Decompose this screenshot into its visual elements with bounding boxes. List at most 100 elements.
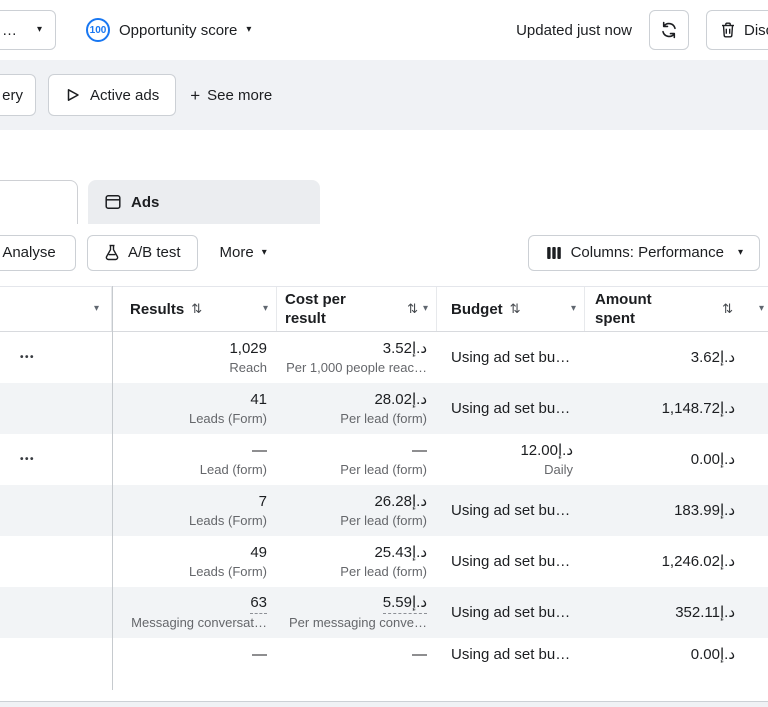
truncated-dropdown[interactable]: … ▾ [0, 10, 56, 50]
amount-spent-cell: 1,148.72د.إ [585, 383, 768, 434]
discard-drafts-button[interactable]: Disc [706, 10, 768, 50]
ab-test-label: A/B test [128, 244, 181, 261]
results-cell: 63 Messaging conversat… [112, 587, 277, 638]
sort-icon[interactable]: ⇅ [722, 301, 733, 317]
cost-type-label: Per lead (form) [340, 512, 427, 528]
amount-spent-value: 1,148.72د.إ [661, 399, 735, 417]
cost-value: 3.52د.إ [382, 339, 427, 357]
see-more-button[interactable]: + See more [190, 87, 272, 104]
table-row[interactable]: ••• — — Using ad set bu… 0.00د.إ [0, 638, 768, 672]
table-row[interactable]: ••• 63 Messaging conversat… 5.59د.إ Per … [0, 587, 768, 638]
amount-spent-cell: 0.00د.إ [585, 638, 768, 672]
table-toolbar: Analyse A/B test More ▾ Columns: Perform… [0, 224, 768, 281]
chevron-down-icon: ▾ [36, 24, 42, 35]
results-value: 7 [258, 492, 267, 510]
table-row[interactable]: ••• 1,029 Reach 3.52د.إ Per 1,000 people… [0, 332, 768, 383]
column-header-results[interactable]: Results ⇅ ▾ [112, 287, 277, 331]
active-ads-label: Active ads [90, 86, 160, 104]
chevron-down-icon[interactable]: ▾ [94, 304, 99, 314]
column-label: Budget [451, 300, 503, 318]
budget-cell: Using ad set bu… [437, 638, 585, 672]
bottom-scrollbar-track[interactable] [0, 701, 768, 707]
sort-icon[interactable]: ⇅ [407, 301, 418, 317]
updated-status: Updated just now [516, 21, 632, 39]
active-ads-filter-button[interactable]: Active ads [48, 74, 177, 116]
amount-spent-value: 0.00د.إ [690, 646, 735, 663]
row-menu-cell: ••• [0, 587, 112, 638]
refresh-button[interactable] [649, 10, 689, 50]
cost-value: 5.59د.إ [382, 593, 427, 614]
ab-test-button[interactable]: A/B test [87, 234, 198, 271]
results-type-label: Leads (Form) [188, 512, 267, 528]
filter-bar: ery Active ads + See more [0, 60, 768, 130]
results-type-label: Lead (form) [199, 461, 267, 477]
results-cell: 7 Leads (Form) [112, 485, 277, 536]
chevron-down-icon: ▾ [737, 246, 743, 258]
budget-value: 12.00د.إ [520, 441, 573, 459]
column-label: Amount spent [595, 291, 652, 327]
cost-value: 25.43د.إ [374, 543, 427, 561]
column-header-amount-spent[interactable]: Amount spent ⇅ ▾ [585, 287, 768, 331]
cost-per-result-cell: 28.02د.إ Per lead (form) [277, 383, 437, 434]
analyse-button[interactable]: Analyse [0, 234, 76, 271]
amount-spent-cell: 1,246.02د.إ [585, 536, 768, 587]
refresh-icon [662, 21, 676, 39]
results-cell: — Lead (form) [112, 434, 277, 485]
amount-spent-cell: 183.99د.إ [585, 485, 768, 536]
row-menu-cell: ••• [0, 383, 112, 434]
column-header-cost-per-result[interactable]: Cost per result ⇅ ▾ [277, 287, 437, 331]
chevron-down-icon: ▾ [261, 246, 267, 258]
results-cell: — [112, 638, 277, 672]
sort-icon[interactable]: ⇅ [510, 301, 521, 317]
amount-spent-value: 352.11د.إ [675, 603, 735, 621]
tab-truncated[interactable] [0, 180, 78, 225]
columns-dropdown-button[interactable]: Columns: Performance ▾ [527, 234, 760, 271]
tab-ads[interactable]: Ads [88, 180, 320, 224]
budget-cell: Using ad set bu… [437, 485, 585, 536]
budget-value: Using ad set bu… [451, 646, 571, 663]
more-button[interactable]: More ▾ [220, 244, 267, 261]
columns-label: Columns: Performance [570, 244, 724, 261]
chevron-down-icon[interactable]: ▾ [759, 304, 764, 314]
trash-icon [722, 22, 734, 38]
ads-manager-screen: … ▾ 100 Opportunity score ▾ Updated just… [0, 0, 768, 707]
columns-icon [546, 246, 561, 259]
truncated-filter-button[interactable]: ery [0, 74, 36, 116]
table-row[interactable]: ••• — Lead (form) — Per lead (form) 12.0… [0, 434, 768, 485]
sort-icon[interactable]: ⇅ [191, 301, 202, 317]
row-more-menu-button[interactable]: ••• [20, 352, 35, 363]
amount-spent-value: 0.00د.إ [690, 450, 735, 468]
opportunity-score-dropdown[interactable]: 100 Opportunity score ▾ [86, 0, 251, 60]
analyse-label: Analyse [2, 244, 56, 261]
row-menu-cell: ••• [0, 332, 112, 383]
flask-icon [105, 244, 119, 261]
chevron-down-icon[interactable]: ▾ [263, 304, 268, 314]
top-bar: … ▾ 100 Opportunity score ▾ Updated just… [0, 0, 768, 60]
opportunity-score-badge: 100 [86, 18, 110, 42]
column-header-truncated[interactable]: ▾ [0, 287, 112, 331]
chevron-down-icon[interactable]: ▾ [423, 304, 428, 314]
results-value: 49 [250, 543, 267, 561]
results-type-label: Reach [229, 359, 267, 375]
column-header-budget[interactable]: Budget ⇅ ▾ [437, 287, 585, 331]
table-row[interactable]: ••• 49 Leads (Form) 25.43د.إ Per lead (f… [0, 536, 768, 587]
chevron-down-icon[interactable]: ▾ [571, 304, 576, 314]
table-row[interactable]: ••• 41 Leads (Form) 28.02د.إ Per lead (f… [0, 383, 768, 434]
truncated-dropdown-label: … [2, 21, 17, 39]
row-more-menu-button[interactable]: ••• [20, 454, 35, 465]
row-menu-cell: ••• [0, 638, 112, 672]
cost-type-label: Per lead (form) [340, 461, 427, 477]
cost-type-label: Per messaging conve… [288, 615, 427, 630]
cost-per-result-cell: 25.43د.إ Per lead (form) [277, 536, 437, 587]
budget-cell: Using ad set bu… [437, 536, 585, 587]
row-menu-cell: ••• [0, 434, 112, 485]
cost-value: — [412, 646, 427, 663]
cost-type-label: Per lead (form) [340, 563, 427, 579]
table-row[interactable]: ••• 7 Leads (Form) 26.28د.إ Per lead (fo… [0, 485, 768, 536]
cost-per-result-cell: 3.52د.إ Per 1,000 people reac… [277, 332, 437, 383]
table-header: ▾ Results ⇅ ▾ Cost per result ⇅ ▾ Budget… [0, 286, 768, 332]
frozen-column-divider [112, 286, 113, 690]
amount-spent-cell: 3.62د.إ [585, 332, 768, 383]
results-value: 63 [250, 593, 267, 614]
budget-value: Using ad set bu… [451, 348, 571, 366]
